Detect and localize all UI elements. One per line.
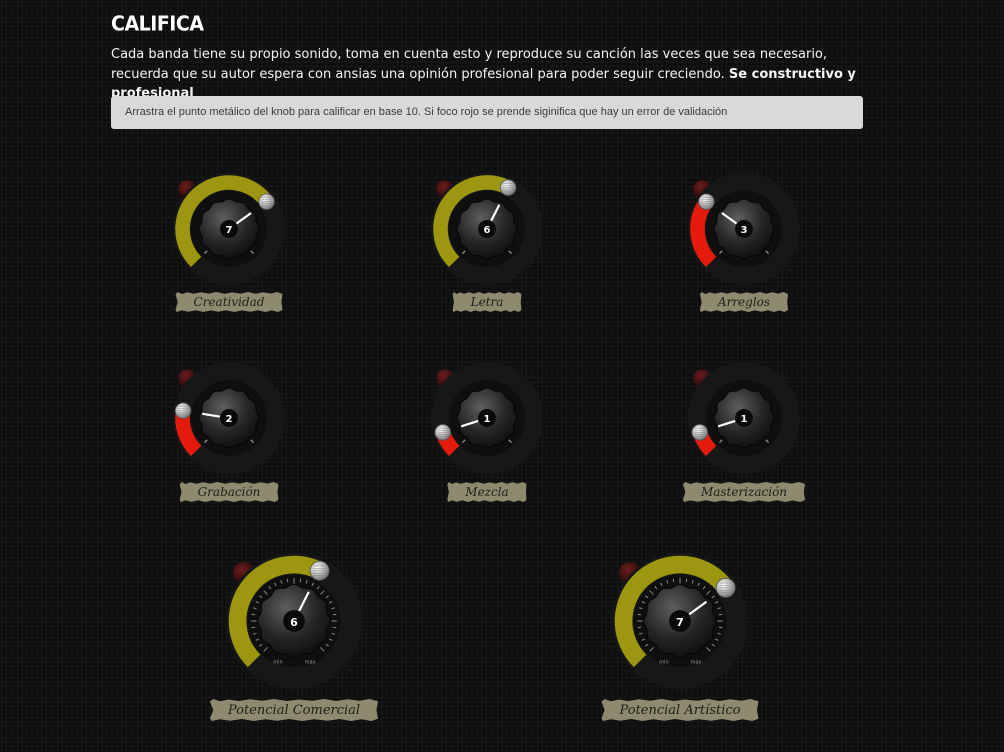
knob-value: 7 xyxy=(226,225,233,236)
rating-knob-4[interactable]: 2 xyxy=(139,328,319,508)
knob-label: Grabación xyxy=(179,482,279,502)
intro-body: Cada banda tiene su propio sonido, toma … xyxy=(111,47,828,82)
rating-knob-6[interactable]: 1 xyxy=(654,328,834,508)
knob-value: 6 xyxy=(484,225,491,236)
scale-tick xyxy=(637,613,642,616)
rating-knob-1[interactable]: 7 xyxy=(139,139,319,319)
knob-label: Creatividad xyxy=(175,292,283,312)
knob-label: Mezcla xyxy=(447,482,527,502)
knob-label: Potencial Comercial xyxy=(209,699,379,721)
scale-tick xyxy=(286,578,289,583)
max-label: max xyxy=(305,660,316,666)
knob-value: 6 xyxy=(290,616,298,629)
page-title: CALIFICA xyxy=(111,12,204,36)
rating-knob-2[interactable]: 6 xyxy=(397,139,577,319)
scale-tick xyxy=(718,626,723,629)
scale-tick xyxy=(251,626,256,629)
knob-label: Arreglos xyxy=(699,292,789,312)
scale-tick xyxy=(672,578,675,583)
min-label: min xyxy=(659,660,668,666)
scale-tick xyxy=(299,578,302,583)
intro-text: Cada banda tiene su propio sonido, toma … xyxy=(111,45,856,104)
instructions-banner: Arrastra el punto metálico del knob para… xyxy=(111,96,863,129)
knob-label: Potencial Artístico xyxy=(601,699,759,721)
rating-knob-3[interactable]: 3 xyxy=(654,139,834,319)
knob-value: 3 xyxy=(741,225,748,236)
scale-tick xyxy=(332,626,337,629)
knob-value: 2 xyxy=(226,414,233,425)
scale-tick xyxy=(251,613,256,616)
scale-tick xyxy=(718,613,723,616)
knob-label: Masterización xyxy=(682,482,806,502)
knob-value: 1 xyxy=(484,414,491,425)
scale-tick xyxy=(637,626,642,629)
knob-label: Letra xyxy=(452,292,522,312)
max-label: max xyxy=(691,660,702,666)
rating-knob-7[interactable]: 6 min max xyxy=(192,519,396,723)
scale-tick xyxy=(685,578,688,583)
knob-value: 7 xyxy=(676,616,684,629)
min-label: min xyxy=(273,660,282,666)
knob-value: 1 xyxy=(741,414,748,425)
rating-knob-8[interactable]: 7 min max xyxy=(578,519,782,723)
rating-knob-5[interactable]: 1 xyxy=(397,328,577,508)
scale-tick xyxy=(332,613,337,616)
